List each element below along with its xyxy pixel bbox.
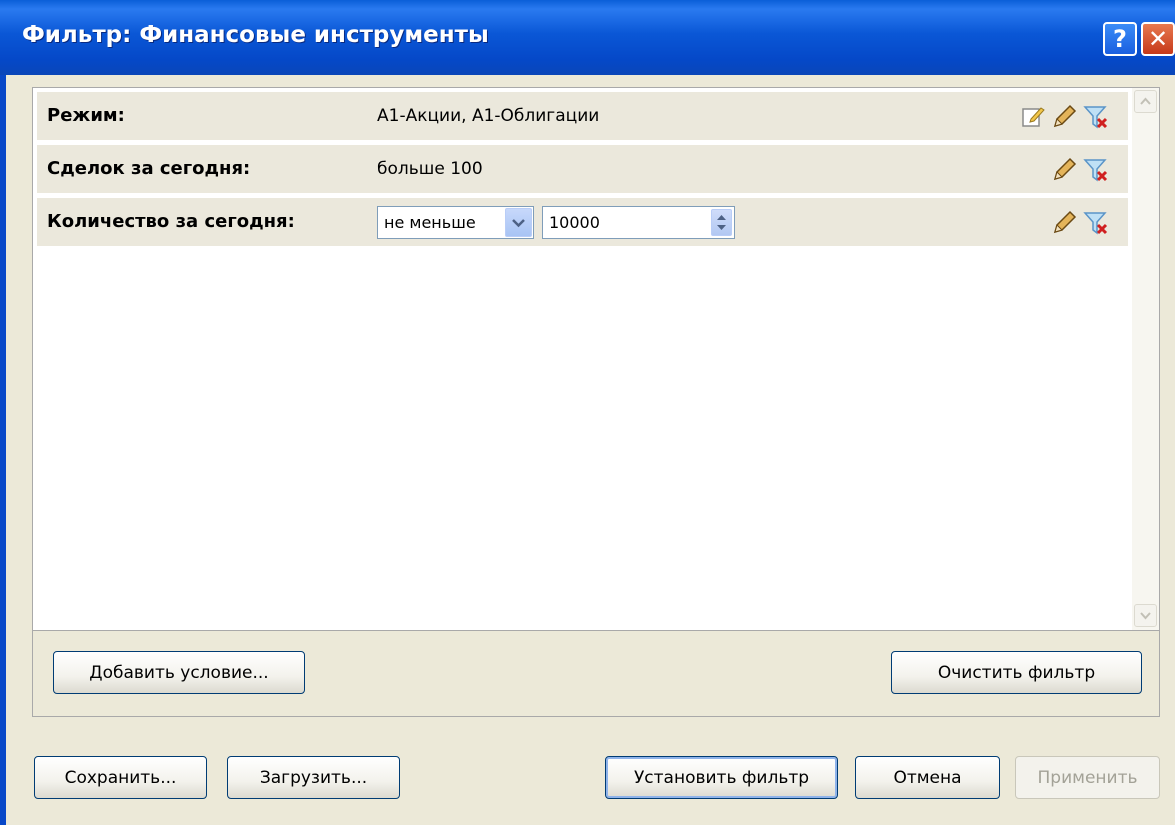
window-title: Фильтр: Финансовые инструменты — [22, 22, 489, 48]
panel-footer: Добавить условие... Очистить фильтр — [33, 630, 1159, 716]
chevron-down-icon — [1140, 612, 1151, 620]
pencil-icon[interactable] — [1051, 210, 1077, 236]
dropdown-button[interactable] — [505, 208, 532, 237]
cancel-button[interactable]: Отмена — [855, 756, 1000, 799]
remove-filter-icon[interactable] — [1083, 210, 1109, 236]
quantity-value: 10000 — [549, 213, 600, 232]
chevron-up-icon — [1140, 97, 1151, 105]
save-button[interactable]: Сохранить... — [34, 756, 207, 799]
help-button[interactable]: ? — [1103, 22, 1137, 56]
scroll-up-button[interactable] — [1134, 90, 1157, 113]
operator-select[interactable]: не меньше — [377, 206, 534, 239]
title-bar[interactable]: Фильтр: Финансовые инструменты ? ✕ — [0, 0, 1175, 75]
remove-filter-icon[interactable] — [1083, 157, 1109, 183]
operator-value: не меньше — [384, 213, 476, 232]
filter-dialog: Фильтр: Финансовые инструменты ? ✕ Режим… — [0, 0, 1175, 825]
remove-filter-icon[interactable] — [1083, 104, 1109, 130]
condition-row-quantity[interactable]: Количество за сегодня: не меньше 10000 — [37, 198, 1128, 246]
conditions-panel: Режим: А1-Акции, А1-Облигации Сделок за … — [32, 87, 1160, 717]
condition-row-mode[interactable]: Режим: А1-Акции, А1-Облигации — [37, 92, 1128, 140]
close-button[interactable]: ✕ — [1141, 22, 1175, 56]
pencil-icon[interactable] — [1051, 104, 1077, 130]
condition-label: Режим: — [47, 105, 125, 126]
vertical-scrollbar[interactable] — [1132, 88, 1159, 630]
add-condition-button[interactable]: Добавить условие... — [53, 651, 305, 694]
pencil-icon[interactable] — [1051, 157, 1077, 183]
clear-filter-button[interactable]: Очистить фильтр — [891, 651, 1142, 694]
chevron-down-icon — [512, 219, 525, 228]
load-button[interactable]: Загрузить... — [227, 756, 400, 799]
condition-value: больше 100 — [377, 159, 483, 179]
scroll-down-button[interactable] — [1134, 604, 1157, 627]
apply-button: Применить — [1015, 756, 1160, 799]
up-down-arrows-icon — [717, 215, 726, 230]
condition-row-trades[interactable]: Сделок за сегодня: больше 100 — [37, 145, 1128, 193]
spin-buttons[interactable] — [711, 209, 732, 236]
condition-value: А1-Акции, А1-Облигации — [377, 106, 600, 126]
set-filter-button[interactable]: Установить фильтр — [605, 756, 838, 799]
condition-label: Сделок за сегодня: — [47, 158, 251, 179]
condition-label: Количество за сегодня: — [47, 211, 295, 232]
window-border — [0, 75, 6, 825]
quantity-stepper[interactable]: 10000 — [542, 206, 735, 239]
edit-list-icon[interactable] — [1020, 104, 1046, 130]
